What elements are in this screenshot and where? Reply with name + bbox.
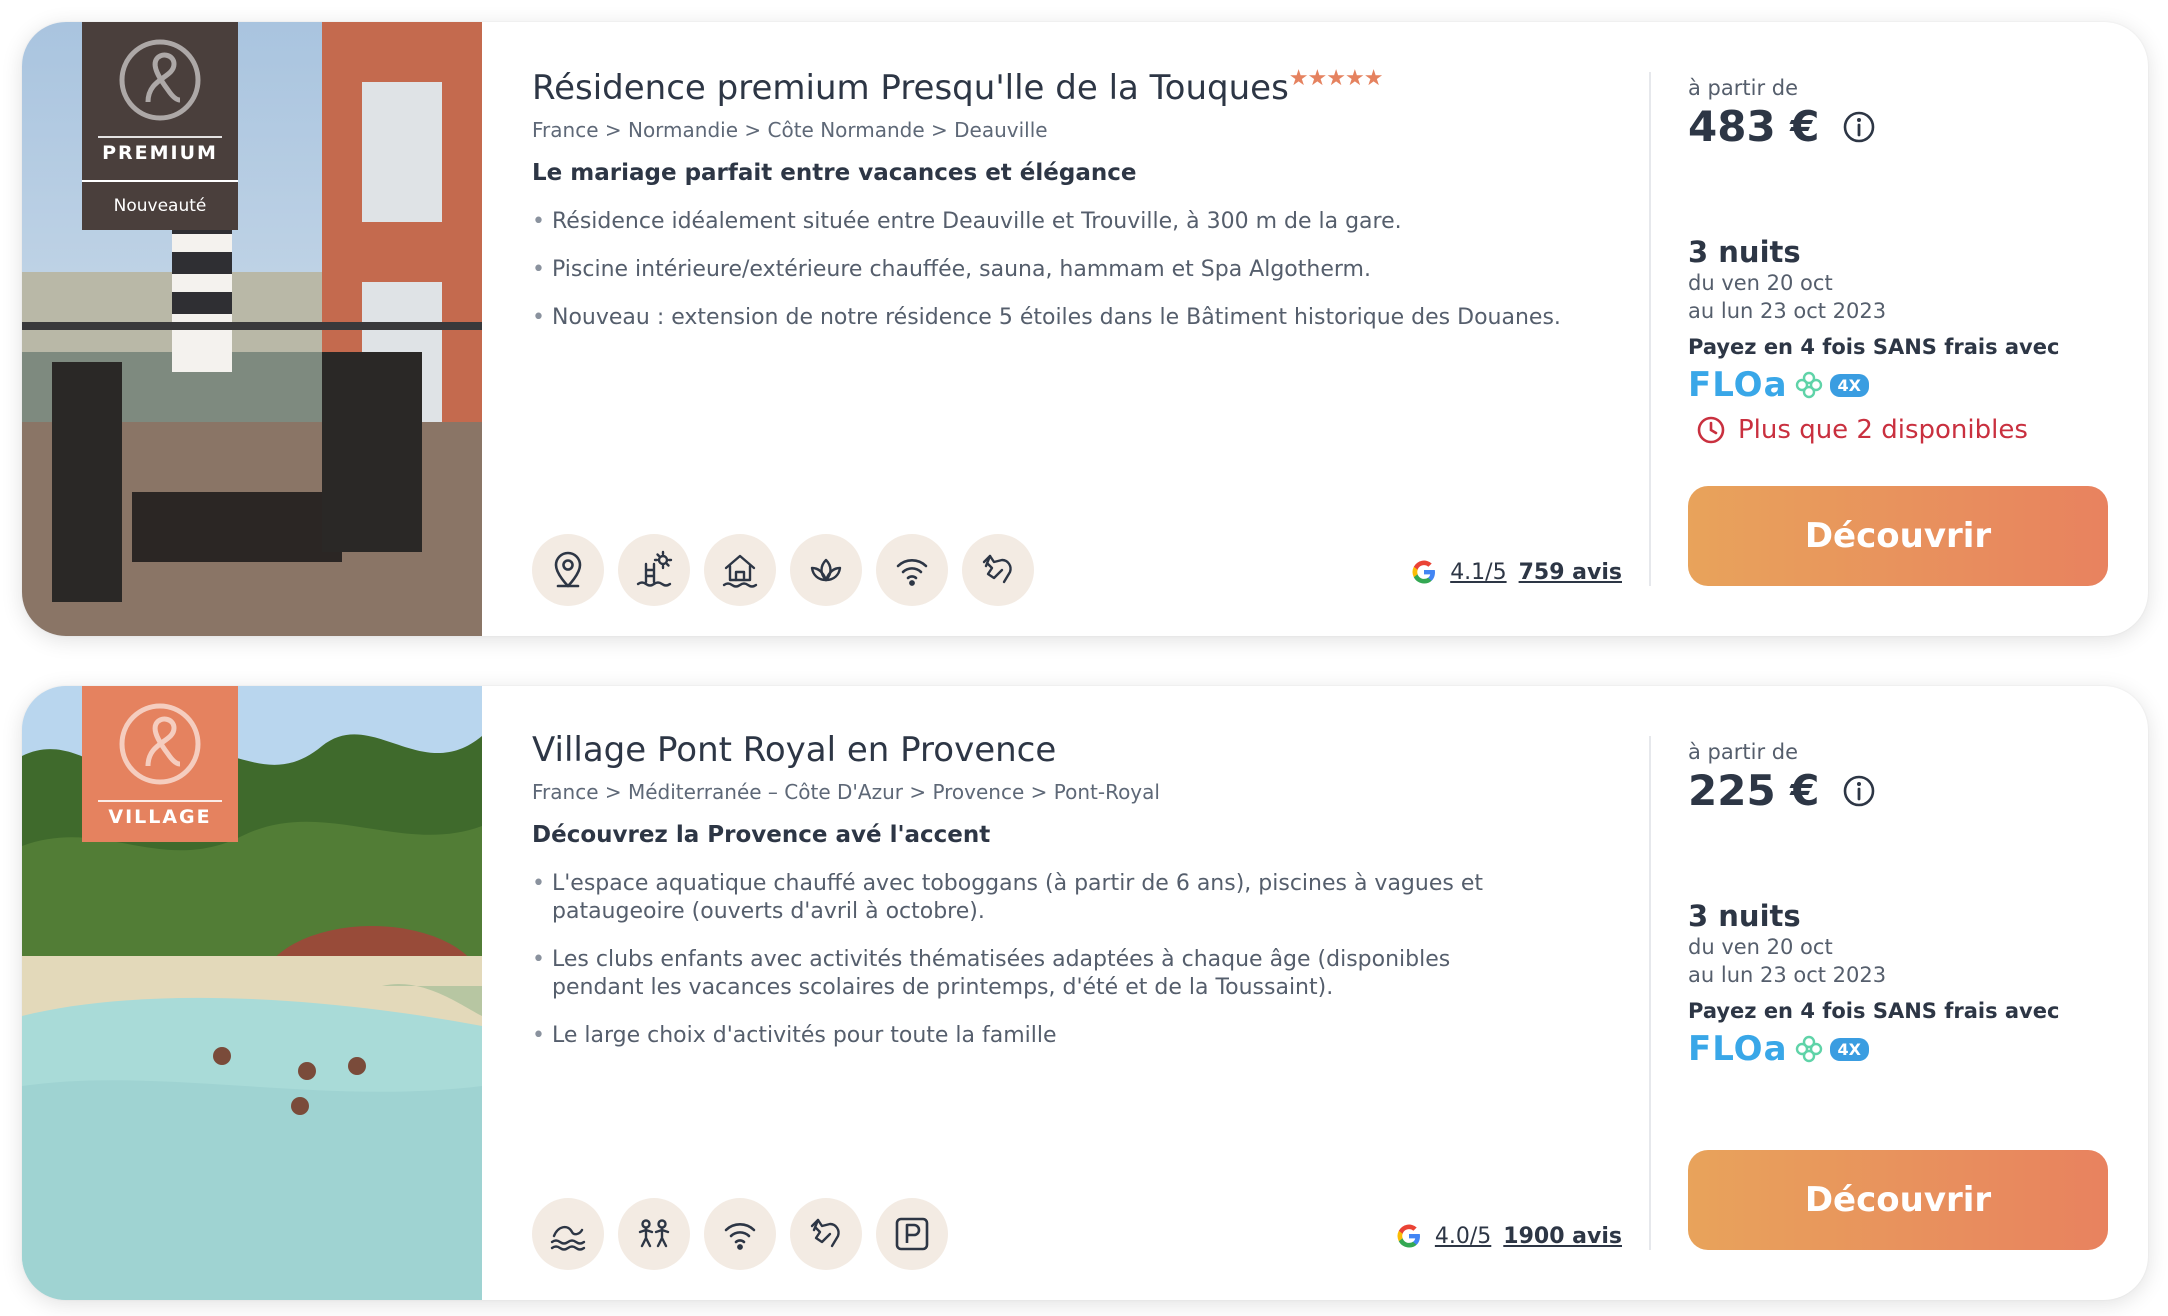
availability-alert: Plus que 2 disponibles bbox=[1688, 415, 2108, 445]
breadcrumb: France > Normandie > Côte Normande > Dea… bbox=[532, 118, 1048, 142]
brand-logo-icon bbox=[119, 703, 201, 785]
list-item: Nouveau : extension de notre résidence 5… bbox=[532, 304, 1622, 332]
price-panel: à partir de 483 € 3 nuits du ven 20 oct … bbox=[1688, 76, 2108, 445]
brand-logo-icon bbox=[119, 39, 201, 121]
aquatic-space-icon[interactable] bbox=[532, 1198, 604, 1270]
amenities-list bbox=[532, 534, 1034, 606]
info-icon[interactable] bbox=[1842, 774, 1876, 808]
price-value: 483 € bbox=[1688, 102, 1820, 151]
pets-allowed-icon[interactable] bbox=[962, 534, 1034, 606]
badge-label: PREMIUM bbox=[98, 136, 222, 164]
divider bbox=[1649, 736, 1651, 1250]
tagline: Découvrez la Provence avé l'accent bbox=[532, 822, 991, 848]
list-item: Les clubs enfants avec activités thémati… bbox=[532, 946, 1512, 1002]
badge-label: VILLAGE bbox=[98, 800, 222, 828]
discover-button[interactable]: Découvrir bbox=[1688, 486, 2108, 586]
price-value: 225 € bbox=[1688, 766, 1820, 815]
star-rating: ★★★★★ bbox=[1288, 66, 1384, 91]
parking-icon[interactable] bbox=[876, 1198, 948, 1270]
breadcrumb: France > Méditerranée – Côte D'Azur > Pr… bbox=[532, 780, 1160, 804]
floa-wordmark: FLOa bbox=[1688, 365, 1788, 405]
heated-pool-icon[interactable] bbox=[618, 534, 690, 606]
spa-lotus-icon[interactable] bbox=[790, 534, 862, 606]
premium-badge: PREMIUM Nouveauté bbox=[82, 22, 238, 230]
installment-text: Payez en 4 fois SANS frais avec bbox=[1688, 999, 2060, 1023]
price-from-label: à partir de bbox=[1688, 740, 1799, 764]
google-rating[interactable]: 4.0/5 1900 avis bbox=[1395, 1222, 1622, 1250]
google-rating[interactable]: 4.1/5 759 avis bbox=[1410, 558, 1622, 586]
location-pin-icon[interactable] bbox=[532, 534, 604, 606]
floa-4x-badge: 4X bbox=[1829, 373, 1869, 397]
list-item: Le large choix d'activités pour toute la… bbox=[532, 1022, 1512, 1050]
highlights-list: Résidence idéalement située entre Deauvi… bbox=[532, 208, 1622, 332]
info-icon[interactable] bbox=[1842, 110, 1876, 144]
village-badge: VILLAGE bbox=[82, 686, 238, 842]
amenities-list bbox=[532, 1198, 948, 1270]
tagline: Le mariage parfait entre vacances et élé… bbox=[532, 160, 1137, 186]
residence-title[interactable]: Résidence premium Presqu'lle de la Touqu… bbox=[532, 66, 1622, 108]
floa-flower-icon bbox=[1795, 371, 1822, 399]
nights-count: 3 nuits bbox=[1688, 235, 1801, 269]
date-from: du ven 20 oct bbox=[1688, 935, 1833, 959]
price: 225 € bbox=[1688, 766, 2108, 815]
title-text[interactable]: Village Pont Royal en Provence bbox=[532, 730, 1056, 770]
reviews-link[interactable]: 759 avis bbox=[1519, 560, 1622, 585]
price: 483 € bbox=[1688, 102, 2108, 151]
residence-photo[interactable]: VILLAGE bbox=[22, 686, 482, 1300]
residence-title[interactable]: Village Pont Royal en Provence bbox=[532, 730, 1622, 770]
divider bbox=[1649, 72, 1651, 586]
google-icon bbox=[1397, 1224, 1420, 1248]
pets-allowed-icon[interactable] bbox=[790, 1198, 862, 1270]
list-item: Résidence idéalement située entre Deauvi… bbox=[532, 208, 1622, 236]
rating-score[interactable]: 4.1/5 bbox=[1450, 560, 1506, 585]
floa-logo: FLOa 4X bbox=[1688, 365, 2108, 405]
floa-wordmark: FLOa bbox=[1688, 1029, 1788, 1069]
residence-photo[interactable]: PREMIUM Nouveauté bbox=[22, 22, 482, 636]
date-to: au lun 23 oct 2023 bbox=[1688, 963, 1887, 987]
rating-score[interactable]: 4.0/5 bbox=[1435, 1224, 1491, 1249]
google-icon bbox=[1412, 560, 1436, 584]
list-item: L'espace aquatique chauffé avec toboggan… bbox=[532, 870, 1512, 926]
nights-count: 3 nuits bbox=[1688, 899, 1801, 933]
kids-club-icon[interactable] bbox=[618, 1198, 690, 1270]
date-from: du ven 20 oct bbox=[1688, 271, 1833, 295]
residence-card-touques[interactable]: PREMIUM Nouveauté Résidence premium Pres… bbox=[22, 22, 2148, 636]
wifi-icon[interactable] bbox=[876, 534, 948, 606]
floa-flower-icon bbox=[1795, 1035, 1822, 1063]
residence-card-pont-royal[interactable]: VILLAGE Village Pont Royal en Provence F… bbox=[22, 686, 2148, 1300]
title-text[interactable]: Résidence premium Presqu'lle de la Touqu… bbox=[532, 68, 1289, 108]
installment-text: Payez en 4 fois SANS frais avec bbox=[1688, 335, 2060, 359]
wifi-icon[interactable] bbox=[704, 1198, 776, 1270]
price-from-label: à partir de bbox=[1688, 76, 1799, 100]
reviews-link[interactable]: 1900 avis bbox=[1503, 1224, 1622, 1249]
house-water-icon[interactable] bbox=[704, 534, 776, 606]
discover-button[interactable]: Découvrir bbox=[1688, 1150, 2108, 1250]
floa-logo: FLOa 4X bbox=[1688, 1029, 2108, 1069]
price-panel: à partir de 225 € 3 nuits du ven 20 oct … bbox=[1688, 740, 2108, 1069]
list-item: Piscine intérieure/extérieure chauffée, … bbox=[532, 256, 1622, 284]
floa-4x-badge: 4X bbox=[1829, 1037, 1869, 1061]
date-to: au lun 23 oct 2023 bbox=[1688, 299, 1887, 323]
new-badge: Nouveauté bbox=[82, 180, 238, 230]
clock-icon bbox=[1697, 416, 1725, 444]
highlights-list: L'espace aquatique chauffé avec toboggan… bbox=[532, 870, 1512, 1050]
availability-text: Plus que 2 disponibles bbox=[1738, 415, 2028, 445]
